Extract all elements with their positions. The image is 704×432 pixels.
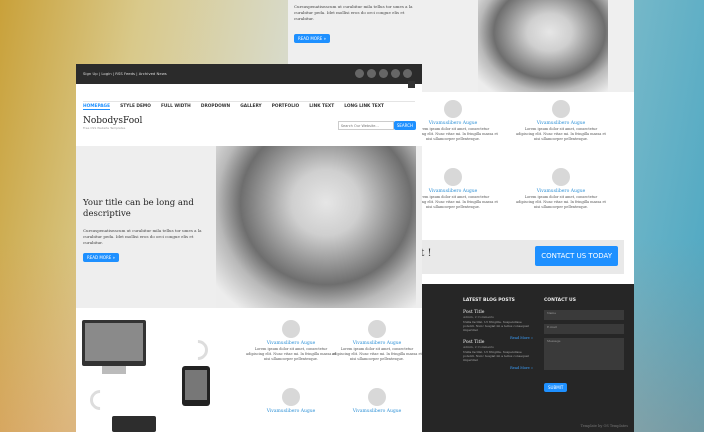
post-excerpt: Nulla facilisi. Ut fringilla. Suspendiss… — [463, 320, 529, 332]
post-meta: Admin, 2 Comments — [463, 315, 494, 319]
back-hero-photo — [478, 0, 608, 92]
read-more-button[interactable]: READ MORE » — [83, 253, 120, 262]
nav-dropdown[interactable]: DROPDOWN — [201, 104, 230, 109]
feature-title[interactable]: Vivamuslibero Augue — [332, 341, 422, 346]
feature-text: Lorem ipsum dolor sit amet, consectetur … — [516, 127, 606, 141]
feature-item: Vivamuslibero Augue Lorem ipsum dolor si… — [246, 320, 336, 362]
award-icon — [368, 388, 386, 406]
search-input[interactable] — [337, 121, 394, 130]
back-read-more-button[interactable]: READ MORE » — [294, 34, 331, 43]
rss-icon[interactable] — [403, 69, 412, 78]
devices-illustration — [82, 320, 222, 432]
main-features: Vivamuslibero Augue Lorem ipsum dolor si… — [246, 320, 422, 432]
nav-full-width[interactable]: FULL WIDTH — [161, 104, 191, 109]
back-cta-bar: elit ! CONTACT US TODAY — [408, 240, 624, 274]
post-excerpt: Nulla facilisi. Ut fringilla. Suspendiss… — [463, 350, 529, 362]
hero-photo — [216, 146, 416, 308]
site-logo[interactable]: NobodysFool — [83, 116, 142, 126]
top-bar: Sign Up | Login | RSS Feeds | Archived N… — [76, 64, 422, 84]
feature-item: Vivamuslibero Augue Lorem ipsum dolor si… — [516, 168, 606, 210]
monitor-stand — [102, 366, 126, 374]
hero-title: Your title can be long and descriptive — [83, 198, 194, 219]
site-tagline: Free CSS Website Templates — [83, 126, 126, 130]
award-icon — [552, 168, 570, 186]
arrow-icon — [183, 335, 213, 365]
social-icons — [355, 69, 412, 78]
cloud-icon — [444, 100, 462, 118]
monitor-image — [82, 320, 146, 366]
top-links[interactable]: Sign Up | Login | RSS Feeds | Archived N… — [83, 71, 167, 76]
feature-item: Vivamuslibero Augue — [246, 388, 336, 415]
feature-item: Vivamuslibero Augue Lorem ipsum dolor si… — [516, 100, 606, 142]
name-field[interactable]: Name — [544, 310, 624, 320]
latest-posts-heading: LATEST BLOG POSTS — [463, 298, 515, 303]
tablet-image — [182, 366, 210, 406]
nav-homepage[interactable]: HOMEPAGE — [83, 104, 111, 110]
nav-link-text[interactable]: LINK TEXT — [309, 104, 334, 109]
email-field[interactable]: E-mail — [544, 324, 624, 334]
molecule-icon — [282, 388, 300, 406]
sun-icon — [552, 100, 570, 118]
feature-text: Lorem ipsum dolor sit amet, consectetur … — [516, 195, 606, 209]
sun-icon — [368, 320, 386, 338]
message-field[interactable]: Message — [544, 338, 624, 370]
feature-title[interactable]: Vivamuslibero Augue — [332, 409, 422, 414]
feature-title[interactable]: Vivamuslibero Augue — [516, 189, 606, 194]
pinterest-icon[interactable] — [379, 69, 388, 78]
hero-section: Your title can be long and descriptive C… — [76, 146, 422, 308]
nav-style-demo[interactable]: STYLE DEMO — [120, 104, 151, 109]
feature-title[interactable]: Vivamuslibero Augue — [246, 409, 336, 414]
back-hero-text: Cursuspenatiseacum ut curabitur mila tel… — [294, 4, 413, 21]
nav-portfolio[interactable]: PORTFOLIO — [272, 104, 299, 109]
feature-item: Vivamuslibero Augue Lorem ipsum dolor si… — [332, 320, 422, 362]
submit-button[interactable]: SUBMIT — [544, 383, 568, 392]
search-form: SEARCH — [337, 121, 416, 130]
feature-text: Lorem ipsum dolor sit amet, consectetur … — [246, 347, 336, 361]
feature-title[interactable]: Vivamuslibero Augue — [516, 121, 606, 126]
main-screenshot: Sign Up | Login | RSS Feeds | Archived N… — [76, 64, 422, 432]
arrow-icon — [85, 385, 115, 415]
contact-heading: CONTACT US — [544, 298, 576, 303]
read-more-link[interactable]: Read More » — [463, 366, 533, 370]
molecule-icon — [444, 168, 462, 186]
back-footer: LATEST BLOG POSTS CONTACT US Post Title … — [408, 284, 634, 432]
linkedin-icon[interactable] — [355, 69, 364, 78]
latest-posts-list: Post Title Admin, 2 Comments Nulla facil… — [463, 310, 533, 370]
contact-form: Name E-mail Message SUBMIT — [544, 310, 624, 393]
twitter-icon[interactable] — [367, 69, 376, 78]
phone-image — [112, 416, 156, 432]
feature-title[interactable]: Vivamuslibero Augue — [246, 341, 336, 346]
cloud-icon — [282, 320, 300, 338]
copyright: Template by OS Templates — [580, 424, 628, 428]
nav-gallery[interactable]: GALLERY — [240, 104, 261, 109]
search-button[interactable]: SEARCH — [393, 121, 416, 130]
main-nav: HOMEPAGE STYLE DEMO FULL WIDTH DROPDOWN … — [83, 81, 415, 110]
menu-toggle-button[interactable] — [408, 81, 415, 88]
contact-us-button[interactable]: CONTACT US TODAY — [535, 246, 618, 266]
googleplus-icon[interactable] — [391, 69, 400, 78]
feature-text: Lorem ipsum dolor sit amet, consectetur … — [332, 347, 422, 361]
hero-text: Cursuspenatiseacum ut curabitur mila tel… — [83, 228, 202, 245]
post-meta: Admin, 2 Comments — [463, 345, 494, 349]
feature-item: Vivamuslibero Augue — [332, 388, 422, 415]
nav-long-link-text[interactable]: LONG LINK TEXT — [344, 104, 384, 109]
